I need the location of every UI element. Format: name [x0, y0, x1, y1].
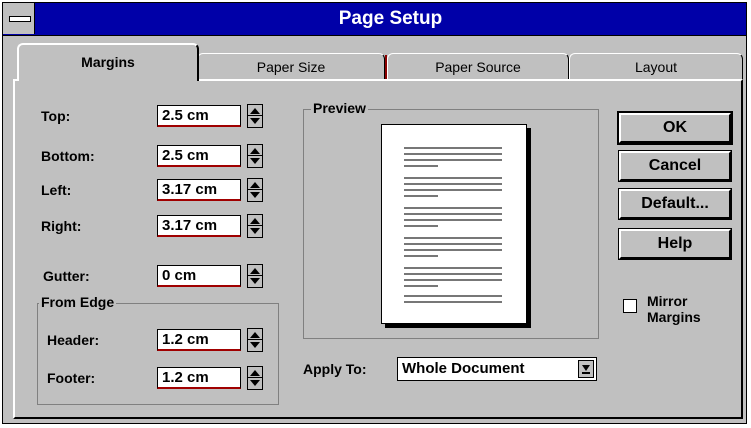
- help-button[interactable]: Help: [618, 228, 732, 260]
- apply-to-value: Whole Document: [402, 360, 525, 377]
- cancel-button[interactable]: Cancel: [618, 150, 732, 182]
- from-edge-title: From Edge: [39, 294, 117, 310]
- top-margin-spinner[interactable]: [247, 104, 263, 128]
- footer-field[interactable]: 1.2 cm: [157, 367, 241, 389]
- gutter-field[interactable]: 0 cm: [157, 265, 241, 287]
- bottom-margin-field[interactable]: 2.5 cm: [157, 145, 241, 167]
- tab-layout[interactable]: Layout: [569, 53, 743, 79]
- right-label: Right:: [41, 218, 82, 234]
- footer-label: Footer:: [47, 370, 96, 386]
- header-label: Header:: [47, 332, 100, 348]
- left-label: Left:: [41, 182, 72, 198]
- ok-button[interactable]: OK: [617, 111, 733, 145]
- tab-paper-size-label: Paper Size: [256, 59, 326, 75]
- apply-to-combobox[interactable]: Whole Document: [397, 357, 597, 381]
- from-edge-group: [37, 303, 279, 405]
- tab-layout-label: Layout: [634, 59, 678, 75]
- top-margin-field[interactable]: 2.5 cm: [157, 105, 241, 127]
- left-margin-spinner[interactable]: [247, 178, 263, 202]
- left-margin-field[interactable]: 3.17 cm: [157, 179, 241, 201]
- preview-title: Preview: [311, 100, 368, 116]
- tab-margins[interactable]: Margins: [17, 43, 199, 81]
- tab-paper-source-label: Paper Source: [435, 59, 521, 75]
- right-margin-field[interactable]: 3.17 cm: [157, 215, 241, 237]
- gutter-spinner[interactable]: [247, 264, 263, 288]
- mirror-margins-checkbox[interactable]: [623, 299, 637, 313]
- header-field[interactable]: 1.2 cm: [157, 329, 241, 351]
- tab-paper-size[interactable]: Paper Size: [197, 53, 385, 79]
- system-menu-icon: [9, 16, 31, 22]
- footer-spinner[interactable]: [247, 366, 263, 390]
- bottom-margin-spinner[interactable]: [247, 144, 263, 168]
- apply-to-label: Apply To:: [303, 361, 367, 377]
- system-menu-button[interactable]: [3, 3, 35, 34]
- top-label: Top:: [41, 108, 71, 124]
- default-button[interactable]: Default...: [618, 188, 732, 220]
- header-spinner[interactable]: [247, 328, 263, 352]
- window-title: Page Setup: [338, 8, 443, 29]
- page-setup-dialog: Page Setup Margins Paper Size Paper Sour…: [2, 2, 747, 424]
- title-bar: Page Setup: [3, 3, 746, 36]
- preview-page: [381, 124, 527, 324]
- right-margin-spinner[interactable]: [247, 214, 263, 238]
- bottom-label: Bottom:: [41, 148, 95, 164]
- tab-margins-label: Margins: [81, 54, 135, 70]
- mirror-margins-label-1[interactable]: Mirror: [647, 293, 687, 309]
- mirror-margins-label-2[interactable]: Margins: [647, 309, 701, 325]
- gutter-label: Gutter:: [43, 268, 90, 284]
- tab-paper-source[interactable]: Paper Source: [387, 53, 569, 79]
- dropdown-arrow-icon[interactable]: [578, 360, 594, 378]
